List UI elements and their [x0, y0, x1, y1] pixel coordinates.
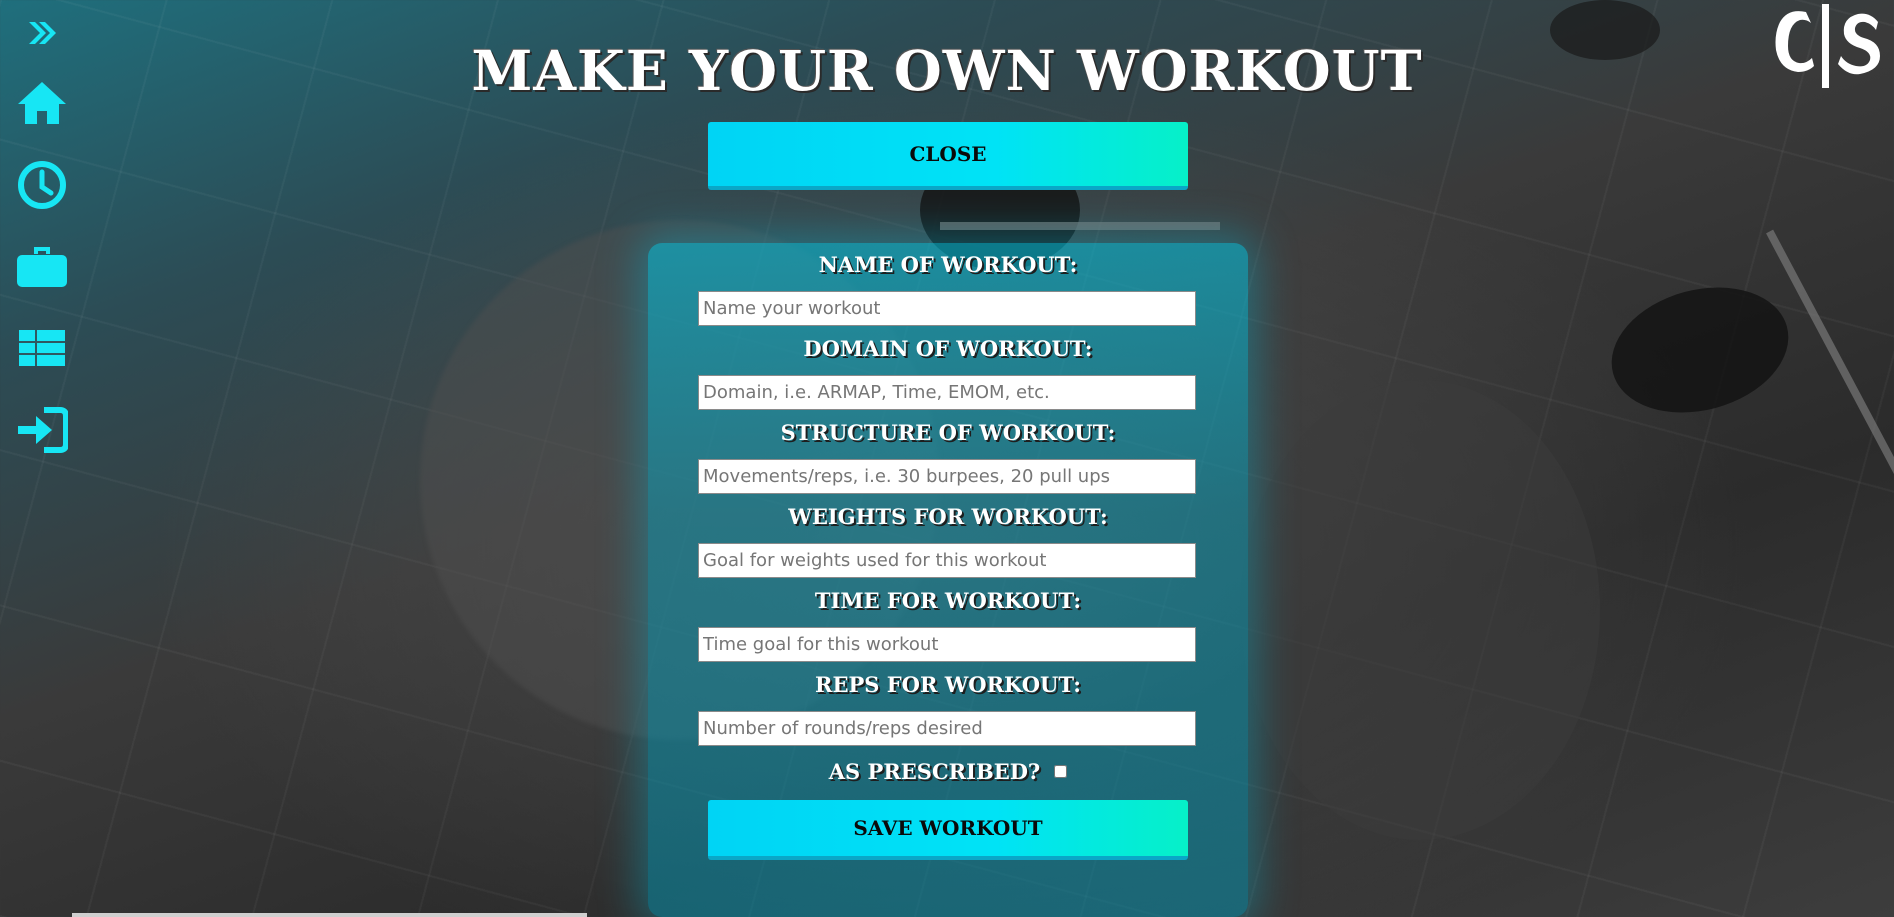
sidebar-item-workouts[interactable]	[14, 238, 70, 294]
workout-domain-label: Domain of Workout:	[803, 336, 1093, 361]
close-button[interactable]: Close	[708, 122, 1188, 190]
workout-reps-label: Reps for Workout:	[815, 672, 1081, 697]
workout-time-input[interactable]	[698, 627, 1196, 662]
save-workout-button[interactable]: Save Workout	[708, 800, 1188, 860]
workout-structure-input[interactable]	[698, 459, 1196, 494]
sidebar-nav	[0, 0, 84, 917]
workout-weights-input[interactable]	[698, 543, 1196, 578]
workout-reps-input[interactable]	[698, 711, 1196, 746]
sidebar-item-table[interactable]	[14, 320, 70, 376]
as-prescribed-row: As Prescribed?	[648, 756, 1248, 786]
sidebar-item-login[interactable]	[14, 402, 70, 458]
background-barbell	[1766, 229, 1894, 499]
briefcase-icon	[17, 247, 67, 287]
workout-time-label: Time for Workout:	[814, 588, 1082, 613]
as-prescribed-checkbox[interactable]	[1054, 764, 1068, 778]
workout-weights-label: Weights for Workout:	[788, 504, 1108, 529]
horizontal-scrollbar[interactable]	[72, 913, 587, 917]
clock-icon	[18, 161, 66, 209]
sidebar-item-history[interactable]	[14, 157, 70, 213]
background-barbell	[940, 222, 1220, 230]
workout-domain-input[interactable]	[698, 375, 1196, 410]
background-athlete	[1240, 380, 1600, 840]
as-prescribed-label: As Prescribed?	[828, 758, 1041, 784]
background-weight-plate	[1597, 268, 1803, 432]
table-icon	[19, 330, 65, 366]
page-title: Make Your Own Workout	[471, 38, 1423, 103]
workout-structure-label: Structure of Workout:	[780, 420, 1116, 445]
workout-name-input[interactable]	[698, 291, 1196, 326]
workout-name-label: Name of Workout:	[818, 252, 1078, 277]
sign-in-icon	[18, 407, 68, 453]
